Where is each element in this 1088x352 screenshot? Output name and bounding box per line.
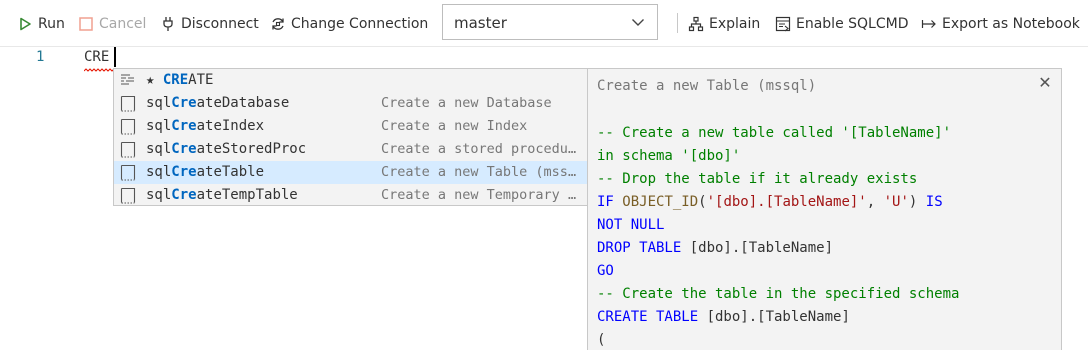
query-toolbar: Run Cancel Disconnect Change Connection … [0, 0, 1088, 46]
code-token: in schema '[dbo]' [597, 148, 741, 164]
suggest-item[interactable]: sqlCreateTable Create a new Table (mssql) [114, 161, 587, 184]
plug-disconnect-icon [160, 16, 176, 32]
explain-label: Explain [709, 16, 761, 32]
suggest-item-label: sqlCreateDatabase [146, 95, 290, 111]
cancel-button[interactable]: Cancel [78, 14, 146, 34]
code-token: [dbo].[TableName] [689, 240, 834, 256]
enable-sqlcmd-label: Enable SQLCMD [796, 16, 909, 32]
database-select-value: master [454, 14, 507, 32]
run-label: Run [38, 16, 65, 32]
suggest-item-description: Create a new Index [381, 118, 528, 134]
database-select[interactable]: master [442, 4, 658, 40]
suggest-item[interactable]: sqlCreateDatabase Create a new Database [114, 92, 587, 115]
suggest-item[interactable]: sqlCreateStoredProc Create a stored proce… [114, 138, 587, 161]
text-cursor [114, 47, 116, 67]
snippet-icon [120, 164, 136, 181]
snippet-icon [120, 118, 136, 135]
code-token: DROP TABLE [597, 240, 690, 256]
change-connection-button[interactable]: Change Connection [270, 14, 428, 34]
code-token: NOT NULL [597, 217, 665, 233]
suggest-item-description: Create a new Table (mssql) [381, 164, 577, 180]
code-token: -- Drop the table if it already exists [597, 171, 918, 187]
line-number: 1 [36, 49, 45, 65]
disconnect-label: Disconnect [181, 16, 259, 32]
suggest-item-label: sqlCreateStoredProc [146, 141, 307, 157]
code-token: -- Create a new table called '[TableName… [597, 125, 952, 141]
editor-text[interactable]: CRE [84, 49, 109, 65]
snippet-icon [120, 187, 136, 204]
code-token: OBJECT_ID [622, 194, 699, 210]
keyword-icon [120, 72, 136, 89]
suggest-item[interactable]: sqlCreateTempTable Create a new Temporary… [114, 184, 587, 207]
explain-button[interactable]: Explain [688, 14, 760, 34]
snippet-icon [120, 141, 136, 158]
suggest-item-label: sqlCreateIndex [146, 118, 265, 134]
suggest-details-panel: Create a new Table (mssql) ✕ -- Create a… [587, 68, 1062, 350]
code-token: IF [597, 194, 623, 210]
export-notebook-button[interactable]: Export as Notebook [921, 14, 1080, 34]
explain-plan-icon [688, 16, 704, 32]
suggest-widget: ★ CREATE sqlCreateDatabase Create a new Da… [113, 68, 588, 206]
code-token: IS [925, 194, 943, 210]
sqlcmd-icon [775, 16, 791, 32]
suggest-item-label: sqlCreateTable [146, 164, 265, 180]
error-squiggle [84, 68, 114, 72]
code-token: 'U' [883, 194, 909, 210]
run-button[interactable]: Run [17, 14, 65, 34]
code-token: -- Create the table in the specified sch… [597, 286, 960, 302]
details-code: -- Create a new table called '[TableName… [597, 122, 959, 352]
suggest-item-description: Create a new Temporary Table [381, 187, 577, 203]
details-title: Create a new Table (mssql) [597, 78, 817, 94]
toolbar-separator [677, 13, 678, 33]
change-connection-label: Change Connection [291, 16, 429, 32]
play-icon [17, 16, 33, 32]
suggest-item-label: sqlCreateTempTable [146, 187, 298, 203]
change-connection-icon [270, 16, 286, 32]
code-token: ) [908, 194, 926, 210]
cancel-label: Cancel [99, 16, 147, 32]
code-token: , [866, 194, 884, 210]
chevron-down-icon [631, 15, 645, 29]
code-token: GO [597, 263, 614, 279]
suggest-item[interactable]: ★ CREATE [114, 69, 587, 92]
code-token: ( [698, 194, 707, 210]
snippet-icon [120, 95, 136, 112]
disconnect-button[interactable]: Disconnect [160, 14, 259, 34]
close-icon[interactable]: ✕ [1035, 73, 1055, 93]
suggest-item-description: Create a stored procedure [381, 141, 577, 157]
code-token: '[dbo].[TableName]' [706, 194, 867, 210]
stop-icon [78, 16, 94, 32]
code-token: CREATE TABLE [597, 309, 707, 325]
suggest-item-label: ★ CREATE [146, 72, 214, 88]
suggest-item-description: Create a new Database [381, 95, 552, 111]
code-token: [dbo].[TableName] [706, 309, 850, 325]
suggest-item[interactable]: sqlCreateIndex Create a new Index [114, 115, 587, 138]
export-notebook-label: Export as Notebook [942, 16, 1080, 32]
enable-sqlcmd-button[interactable]: Enable SQLCMD [775, 14, 908, 34]
export-arrow-icon [921, 16, 937, 32]
code-token: ( [597, 332, 606, 348]
